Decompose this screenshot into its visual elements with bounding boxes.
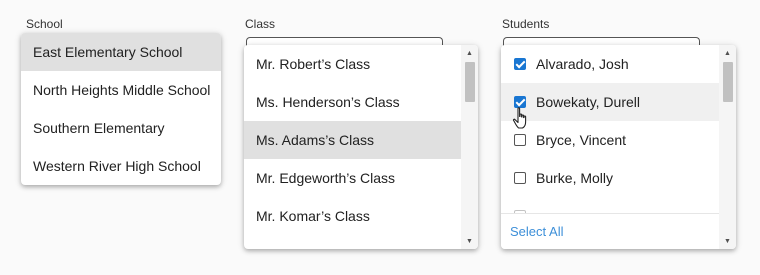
student-option-partial[interactable] xyxy=(501,197,719,213)
class-scrollbar[interactable]: ▲ ▼ xyxy=(461,45,478,249)
student-option-alvarado[interactable]: Alvarado, Josh xyxy=(501,45,719,83)
student-name: Burke, Molly xyxy=(536,170,614,186)
class-option-henderson[interactable]: Ms. Henderson’s Class xyxy=(244,83,461,121)
students-label: Students xyxy=(502,17,550,31)
student-name: Alvarado, Josh xyxy=(536,56,629,72)
class-option-edgeworth[interactable]: Mr. Edgeworth’s Class xyxy=(244,159,461,197)
scroll-up-icon[interactable]: ▲ xyxy=(461,46,478,60)
students-menu: Alvarado, Josh Bowekaty, Durell Bryce, V… xyxy=(501,45,736,249)
class-menu: Mr. Robert’s Class Ms. Henderson’s Class… xyxy=(244,45,478,249)
students-footer: Select All xyxy=(501,213,719,249)
school-option-north-heights[interactable]: North Heights Middle School xyxy=(21,71,221,109)
class-option-adams[interactable]: Ms. Adams’s Class xyxy=(244,121,461,159)
students-scroll-thumb[interactable] xyxy=(723,62,733,102)
class-label: Class xyxy=(245,17,276,31)
class-option-komar[interactable]: Mr. Komar’s Class xyxy=(244,197,461,235)
checkbox-unchecked-icon[interactable] xyxy=(514,172,526,184)
hand-pointer-icon xyxy=(512,107,527,129)
school-menu: East Elementary School North Heights Mid… xyxy=(21,33,221,185)
scroll-up-icon[interactable]: ▲ xyxy=(719,46,736,60)
student-option-burke[interactable]: Burke, Molly xyxy=(501,159,719,197)
class-option-robert[interactable]: Mr. Robert’s Class xyxy=(244,45,461,83)
school-label: School xyxy=(26,17,63,31)
school-option-east-elementary[interactable]: East Elementary School xyxy=(21,33,221,71)
students-scrollbar[interactable]: ▲ ▼ xyxy=(719,45,736,249)
school-option-southern-elementary[interactable]: Southern Elementary xyxy=(21,109,221,147)
student-name: Bowekaty, Durell xyxy=(536,94,641,110)
school-option-western-river[interactable]: Western River High School xyxy=(21,147,221,185)
class-scroll-thumb[interactable] xyxy=(465,62,475,102)
student-name: Bryce, Vincent xyxy=(536,132,627,148)
student-option-bryce[interactable]: Bryce, Vincent xyxy=(501,121,719,159)
checkbox-checked-icon[interactable] xyxy=(514,58,526,70)
student-option-bowekaty[interactable]: Bowekaty, Durell xyxy=(501,83,719,121)
scroll-down-icon[interactable]: ▼ xyxy=(461,234,478,248)
scroll-down-icon[interactable]: ▼ xyxy=(719,234,736,248)
select-all-link[interactable]: Select All xyxy=(510,224,563,239)
checkbox-unchecked-icon[interactable] xyxy=(514,134,526,146)
